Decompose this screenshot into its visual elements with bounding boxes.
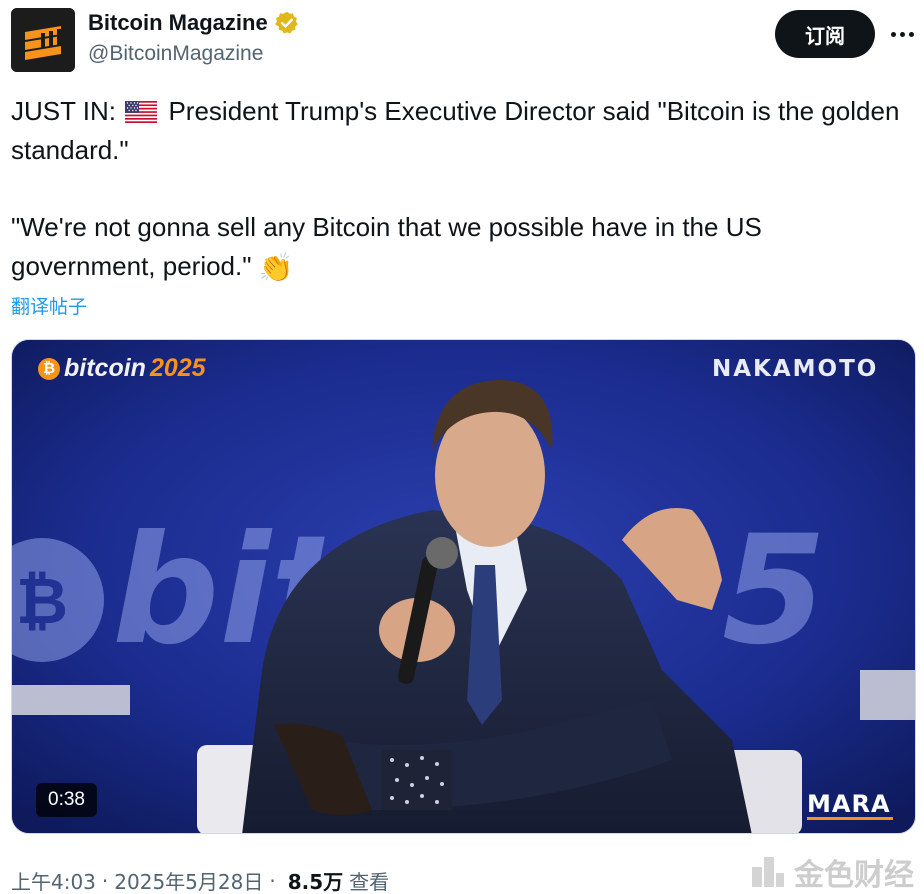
svg-text:5: 5 <box>722 504 826 678</box>
stage-light-panel <box>860 670 915 720</box>
watermark-text: 金色财经 <box>794 858 914 893</box>
brand-left-year: 2025 <box>149 354 206 382</box>
tweet-text: JUST IN: President Trump's Executive Dir… <box>11 92 911 287</box>
mara-sponsor-logo: MARA <box>807 790 891 818</box>
subscribe-button[interactable]: 订阅 <box>775 10 875 58</box>
tweet-meta: 上午4:03 · 2025年5月28日 · 8.5万 查看 <box>11 866 389 894</box>
tweet-paragraph-1: JUST IN: President Trump's Executive Dir… <box>11 92 911 170</box>
nakamoto-logo: NAKAMOTO <box>712 356 879 382</box>
microphone-head <box>426 537 458 569</box>
meta-separator: · <box>101 868 109 893</box>
video-duration-badge: 0:38 <box>36 783 97 817</box>
author-display-name[interactable]: Bitcoin Magazine <box>88 10 268 36</box>
bitcoin-coin-icon: ₿ <box>38 357 60 380</box>
jinse-watermark: 金色财经 <box>748 850 914 894</box>
bitcoin-2025-logo: ₿ bitcoin 2025 <box>38 354 206 383</box>
bitcoin-magazine-logo-icon <box>11 8 75 72</box>
svg-text:₿: ₿ <box>16 565 68 639</box>
meta-separator: · <box>269 868 276 893</box>
more-dot <box>908 31 914 37</box>
video-player[interactable]: ₿ bitc 5 ₿ bitcoin 2025 NAKAMOTO MARA 0:… <box>11 339 916 834</box>
more-options-icon[interactable] <box>884 18 920 50</box>
author-avatar[interactable] <box>11 8 75 72</box>
video-frame-scene: ₿ bitc 5 <box>12 340 915 833</box>
clapping-hands-emoji: 👏 <box>258 252 294 283</box>
views-count: 8.5万 <box>287 870 344 894</box>
views-label: 查看 <box>349 870 390 894</box>
tweet-paragraph-2: "We're not gonna sell any Bitcoin that w… <box>11 208 911 287</box>
translate-post-link[interactable]: 翻译帖子 <box>11 292 87 319</box>
stage-light-panel <box>12 685 130 715</box>
us-flag-icon <box>125 101 158 123</box>
tweet-sentence-2: "We're not gonna sell any Bitcoin that w… <box>11 212 762 281</box>
sponsor-underline <box>807 817 893 820</box>
more-dot <box>890 31 896 37</box>
verified-badge-icon[interactable] <box>274 10 300 36</box>
jinse-logo-icon <box>752 857 784 887</box>
more-dot <box>899 31 905 37</box>
tweet-header: Bitcoin Magazine @BitcoinMagazine 订阅 <box>0 0 924 80</box>
tweet-prefix: JUST IN: <box>11 96 116 126</box>
author-handle[interactable]: @BitcoinMagazine <box>88 42 263 66</box>
brand-left-word: bitcoin <box>64 354 146 382</box>
tweet-date[interactable]: 2025年5月28日 <box>114 866 263 894</box>
tweet-time[interactable]: 上午4:03 <box>11 866 96 894</box>
author-name-row: Bitcoin Magazine <box>88 10 300 36</box>
